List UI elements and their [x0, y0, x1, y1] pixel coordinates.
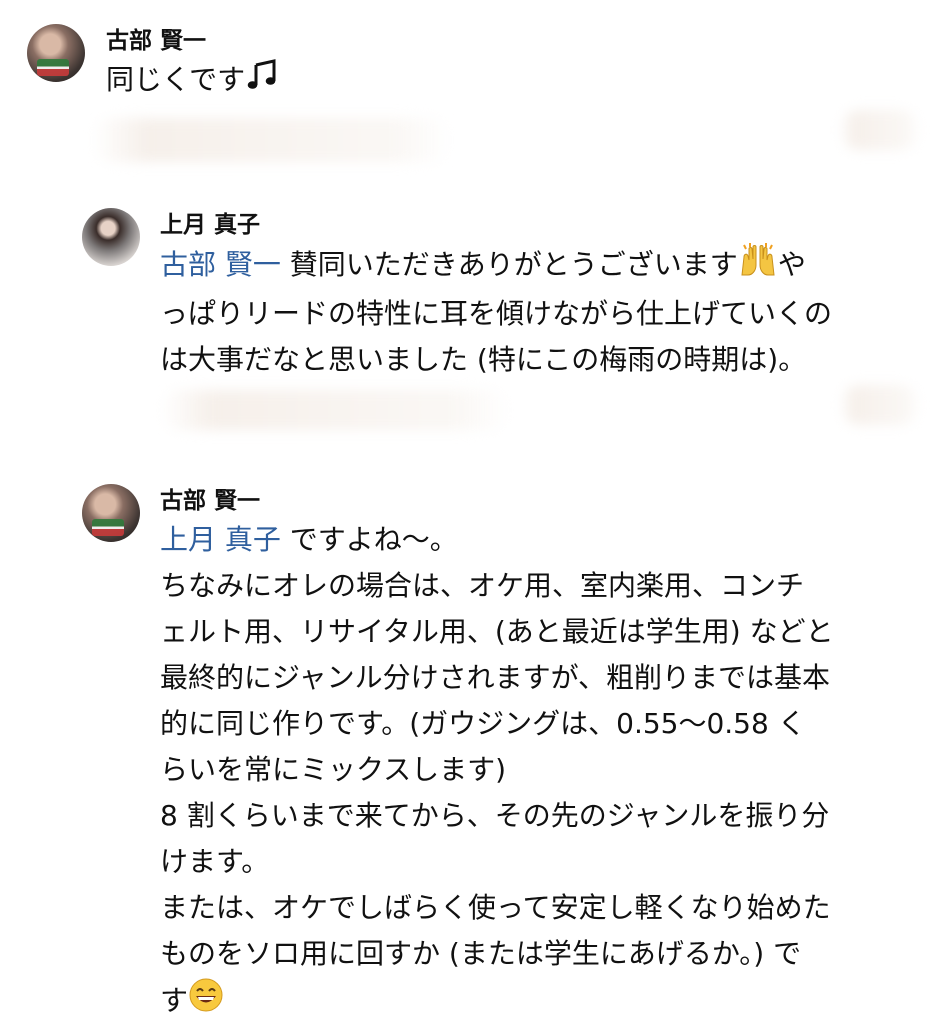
message-line: ちなみにオレの場合は、オケ用、室内楽用、コンチ: [160, 569, 805, 602]
blurred-reaction-row: [92, 118, 452, 162]
message-line: 同じくです: [106, 63, 246, 96]
message-line: っぱりリードの特性に耳を傾けながら仕上げていくの: [160, 297, 833, 330]
message-line: 古部 賢一 賛同いただきありがとうございます や: [160, 241, 832, 291]
message-line: ものをソロ用に回すか (または学生にあげるか。) で: [160, 937, 802, 970]
avatar-badge-icon: [92, 518, 125, 537]
blurred-reaction-row: [160, 390, 510, 430]
music-notes-icon: [245, 57, 279, 105]
message-text: 同じくです: [106, 57, 279, 105]
avatar[interactable]: [82, 208, 140, 266]
avatar[interactable]: [27, 24, 85, 82]
mention-link[interactable]: 古部 賢一: [160, 248, 281, 281]
grinning-face-icon: [188, 977, 224, 1027]
message-line: ェルト用、リサイタル用、(あと最近は学生用) などと: [160, 615, 834, 648]
author-name[interactable]: 古部 賢一: [106, 26, 206, 56]
message-line: けます。: [160, 845, 270, 878]
message-line: は大事だなと思いました (特にこの梅雨の時期は)。: [160, 343, 807, 376]
message-line: す: [160, 977, 834, 1027]
message-line: 的に同じ作りです。(ガウジングは、0.55〜0.58 く: [160, 707, 806, 740]
blurred-reaction-row: [840, 385, 920, 425]
message-line: 8 割くらいまで来てから、その先のジャンルを振り分: [160, 799, 830, 832]
message-line: らいを常にミックスします): [160, 753, 507, 786]
message-text: 古部 賢一 賛同いただきありがとうございます や っぱりリードの特性に耳を傾けな…: [160, 241, 832, 383]
message-line: 上月 真子 ですよね〜。: [160, 523, 458, 556]
message-line: または、オケでしばらく使って安定し軽くなり始めた: [160, 891, 831, 924]
author-name[interactable]: 上月 真子: [160, 210, 260, 240]
avatar-badge-icon: [37, 58, 70, 77]
mention-link[interactable]: 上月 真子: [160, 523, 281, 556]
blurred-reaction-row: [840, 110, 920, 150]
avatar[interactable]: [82, 484, 140, 542]
author-name[interactable]: 古部 賢一: [160, 486, 260, 516]
message-text: 上月 真子 ですよね〜。 ちなみにオレの場合は、オケ用、室内楽用、コンチ ェルト…: [160, 517, 834, 1027]
raising-hands-icon: [738, 241, 778, 291]
message-line: 最終的にジャンル分けされますが、粗削りまでは基本: [160, 661, 831, 694]
